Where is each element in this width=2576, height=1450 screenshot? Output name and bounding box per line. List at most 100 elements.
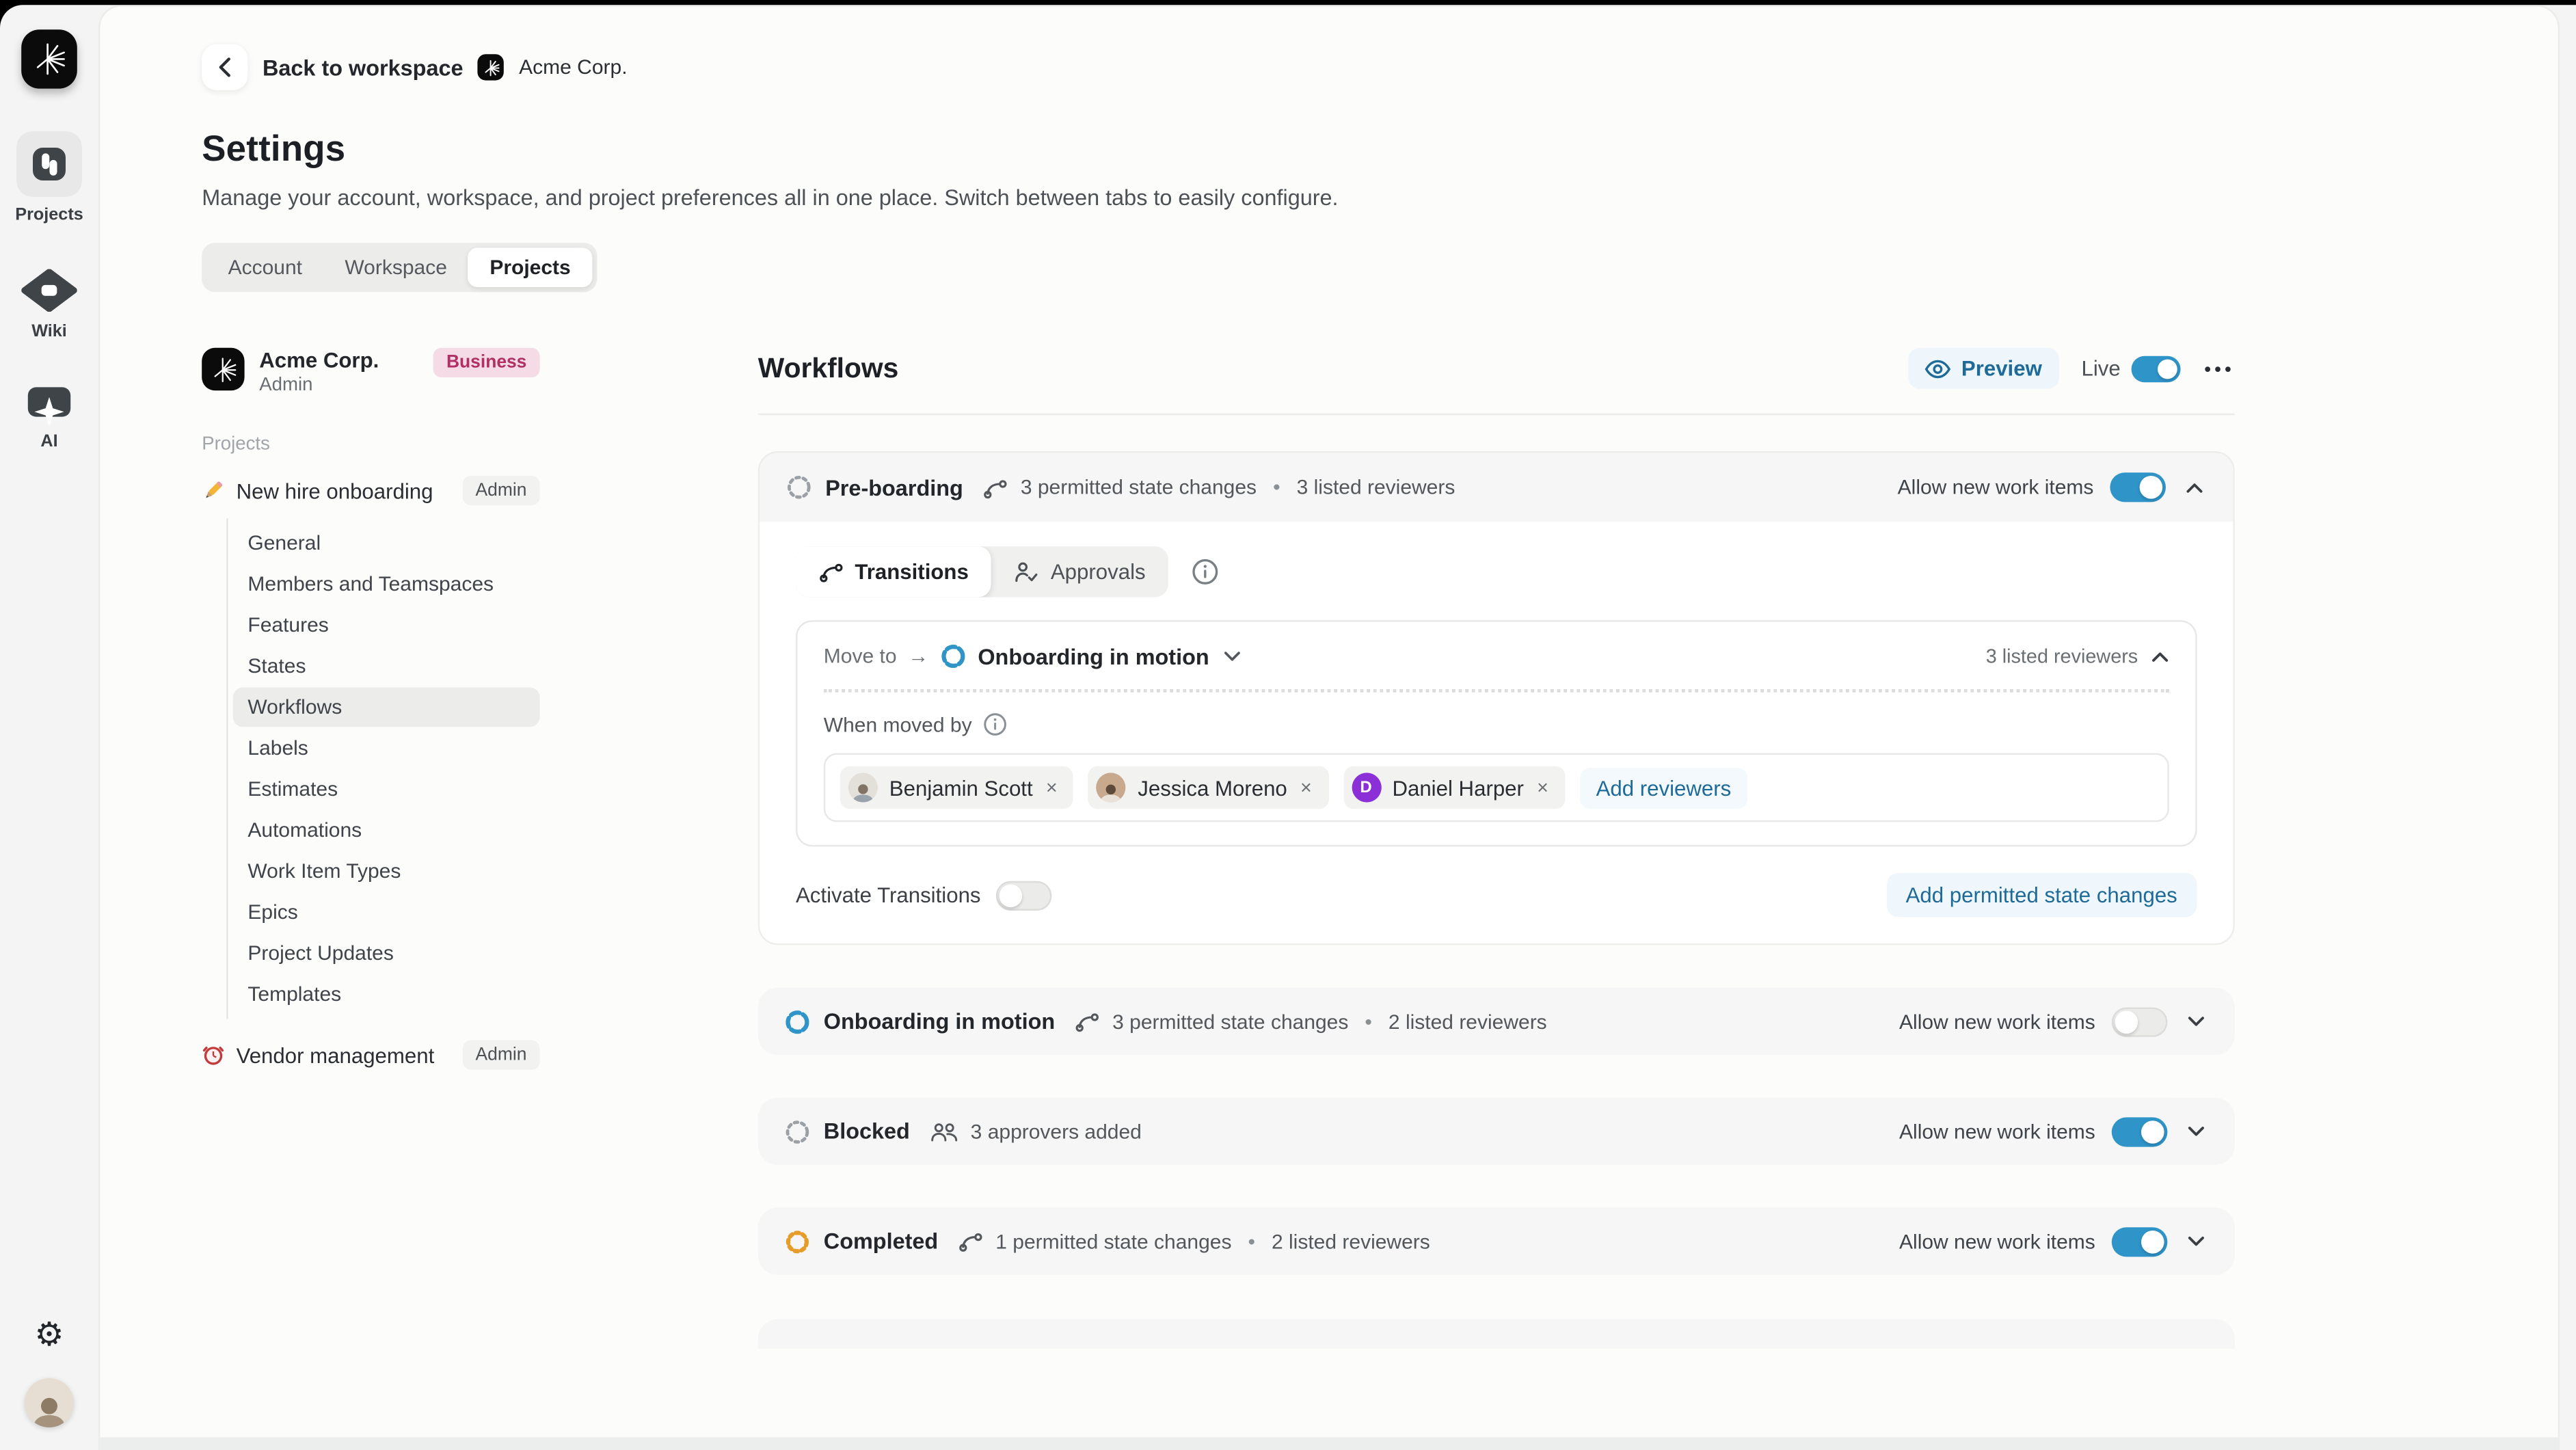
allow-new-work-items-toggle[interactable] (2112, 1116, 2168, 1146)
state-meta-changes: 3 permitted state changes (1021, 476, 1257, 499)
state-sun-orange-icon (784, 1228, 810, 1254)
subnav-labels[interactable]: Labels (233, 729, 540, 768)
live-toggle-group: Live (2081, 355, 2181, 381)
subnav-epics[interactable]: Epics (233, 893, 540, 932)
gear-icon[interactable]: ⚙ (34, 1319, 64, 1352)
tab-account[interactable]: Account (206, 247, 323, 287)
breadcrumb-org-name[interactable]: Acme Corp. (519, 56, 627, 79)
content-header: Workflows Preview (758, 348, 2235, 389)
sidebar-project-vendor[interactable]: Vendor management Admin (202, 1040, 539, 1070)
back-button[interactable] (202, 44, 247, 90)
meta-separator: • (1248, 1230, 1255, 1253)
detail-tabs-row: Transitions (796, 546, 2197, 597)
add-permitted-state-changes-button[interactable]: Add permitted state changes (1886, 873, 2197, 917)
rail-label-ai: AI (40, 431, 57, 451)
tab-projects[interactable]: Projects (468, 247, 592, 287)
subnav-features[interactable]: Features (233, 606, 540, 645)
subnav-estimates[interactable]: Estimates (233, 770, 540, 809)
target-dropdown-button[interactable] (1220, 648, 1244, 664)
live-toggle[interactable] (2132, 355, 2182, 381)
preview-button[interactable]: Preview (1909, 348, 2058, 389)
state-card-header[interactable]: Completed 1 permitted state changes • (758, 1207, 2235, 1274)
reviewer-name: Benjamin Scott (889, 775, 1033, 800)
collapse-button[interactable] (2182, 479, 2207, 496)
org-role: Admin (259, 376, 379, 396)
chevron-down-icon (2187, 1125, 2205, 1137)
org-mini-logo (478, 54, 504, 80)
chevron-up-icon (2186, 481, 2203, 493)
projects-icon (16, 131, 82, 197)
listed-reviewers-summary[interactable]: 3 listed reviewers (1986, 645, 2169, 668)
state-name: Blocked (824, 1119, 910, 1144)
main-panel: Back to workspace Acme Corp. Settings Ma… (98, 5, 2560, 1450)
reviewer-avatar (1097, 773, 1126, 802)
expand-button[interactable] (2184, 1123, 2208, 1140)
meta-separator: • (1273, 476, 1280, 499)
remove-reviewer-button[interactable]: × (1535, 776, 1551, 799)
app-rail: Projects Wiki AI (0, 5, 98, 1450)
allow-new-work-items-label: Allow new work items (1899, 1010, 2095, 1033)
subnav-project-updates[interactable]: Project Updates (233, 934, 540, 974)
reviewer-chip: Jessica Moreno × (1088, 766, 1328, 809)
state-name: Completed (824, 1229, 938, 1254)
rail-item-projects[interactable]: Projects (15, 131, 83, 225)
back-label[interactable]: Back to workspace (263, 55, 464, 79)
info-icon[interactable] (983, 712, 1008, 737)
allow-new-work-items-label: Allow new work items (1899, 1230, 2095, 1253)
tab-approvals[interactable]: Approvals (991, 546, 1168, 597)
subnav-states[interactable]: States (233, 647, 540, 686)
project-name[interactable]: Vendor management (237, 1043, 435, 1067)
subnav-members[interactable]: Members and Teamspaces (233, 565, 540, 604)
info-icon[interactable] (1192, 558, 1220, 586)
activate-transitions-toggle[interactable] (995, 881, 1051, 910)
alarm-clock-icon (202, 1043, 225, 1066)
remove-reviewer-button[interactable]: × (1044, 776, 1059, 799)
org-name: Acme Corp. (259, 348, 379, 373)
subnav-templates[interactable]: Templates (233, 975, 540, 1015)
preview-label: Preview (1961, 356, 2042, 381)
header-divider (758, 414, 2235, 415)
sidebar-project-onboarding[interactable]: New hire onboarding Admin (202, 476, 539, 505)
rail-item-wiki[interactable]: Wiki (21, 267, 77, 341)
toggle-knob (2115, 1010, 2138, 1033)
tab-transitions[interactable]: Transitions (796, 546, 991, 597)
rail-item-ai[interactable]: AI (25, 384, 74, 451)
tab-workspace[interactable]: Workspace (323, 247, 468, 287)
chevron-down-icon (2187, 1016, 2205, 1028)
state-meta-approvers: 3 approvers added (971, 1120, 1142, 1143)
move-target-state[interactable]: Onboarding in motion (978, 644, 1209, 669)
toggle-knob (2140, 476, 2163, 499)
subnav-work-item-types[interactable]: Work Item Types (233, 852, 540, 891)
chevron-left-icon (215, 56, 234, 79)
reviewer-chip: D Daniel Harper × (1343, 766, 1565, 809)
allow-new-work-items-toggle[interactable] (2112, 1006, 2168, 1036)
project-name[interactable]: New hire onboarding (237, 479, 433, 503)
state-name: Pre-boarding (825, 475, 963, 500)
more-menu-icon[interactable]: ••• (2204, 357, 2235, 380)
settings-sidebar: Acme Corp. Admin Business Projects (202, 348, 539, 1349)
expand-button[interactable] (2184, 1232, 2208, 1250)
tab-approvals-label: Approvals (1051, 559, 1146, 584)
subnav-workflows[interactable]: Workflows (233, 688, 540, 727)
state-card-header[interactable]: Blocked 3 approvers added (758, 1098, 2235, 1165)
move-to-row: Move to → Onboarding in motion (824, 643, 2169, 669)
state-card-header[interactable]: Onboarding in motion 3 permitted state c… (758, 988, 2235, 1055)
user-avatar[interactable] (25, 1378, 74, 1427)
remove-reviewer-button[interactable]: × (1299, 776, 1314, 799)
page-title: Settings (202, 128, 2558, 170)
activate-transitions-label: Activate Transitions (796, 883, 981, 907)
subnav-general[interactable]: General (233, 524, 540, 563)
allow-new-work-items-toggle[interactable] (2112, 1226, 2168, 1256)
allow-new-work-items-toggle[interactable] (2110, 472, 2166, 502)
add-reviewers-button[interactable]: Add reviewers (1580, 767, 1748, 808)
reviewers-input[interactable]: Benjamin Scott × Jessica Moreno × (824, 753, 2169, 822)
state-meta-changes: 3 permitted state changes (1112, 1010, 1348, 1033)
state-dashed-circle-icon (784, 1118, 810, 1144)
subnav-automations[interactable]: Automations (233, 811, 540, 850)
allow-new-work-items-label: Allow new work items (1898, 476, 2094, 499)
app-logo[interactable] (21, 29, 77, 88)
org-card: Acme Corp. Admin Business (202, 348, 539, 396)
state-changes-icon (958, 1231, 982, 1252)
expand-button[interactable] (2184, 1012, 2208, 1030)
state-card-header[interactable]: Pre-boarding 3 permitted state changes • (760, 453, 2233, 522)
